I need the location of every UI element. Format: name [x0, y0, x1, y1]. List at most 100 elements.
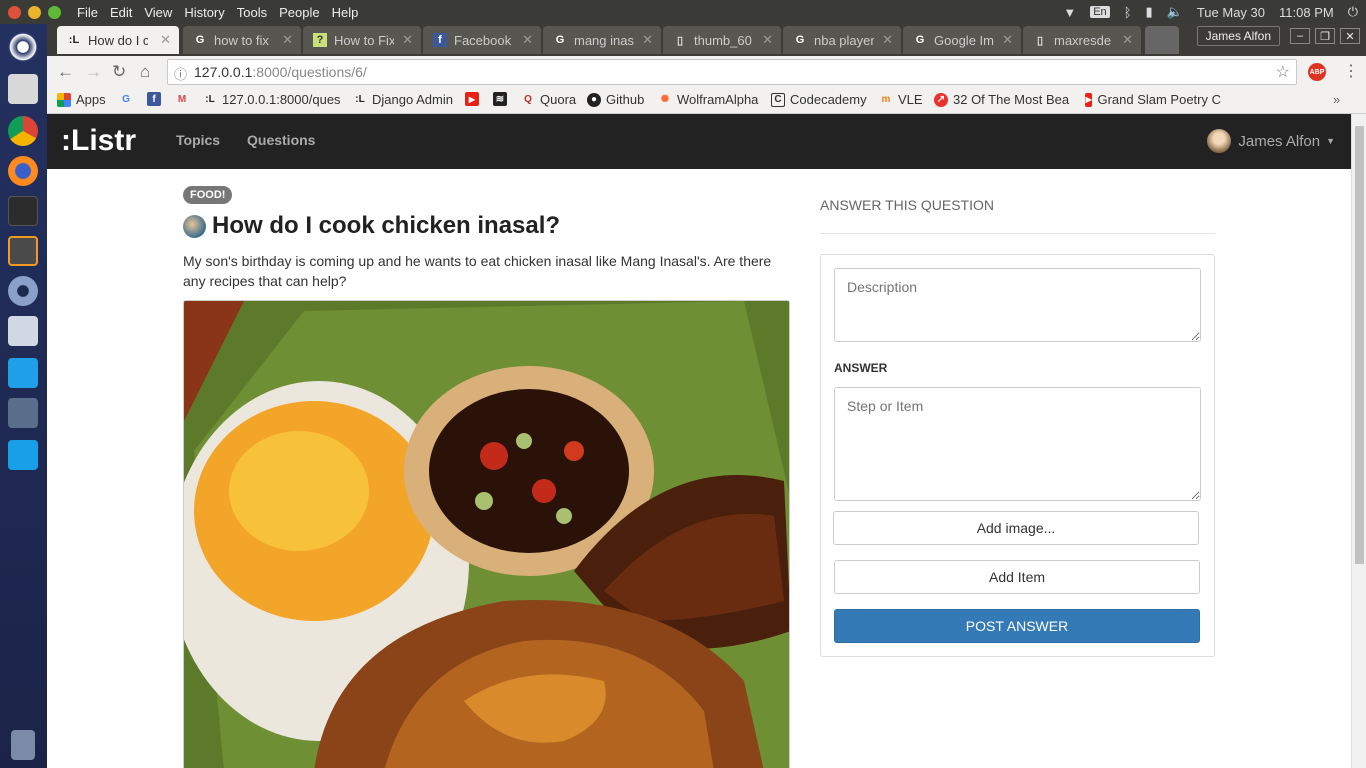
close-tab-icon[interactable]: ✕ [1122, 32, 1133, 48]
firefox-icon[interactable] [8, 156, 38, 186]
close-tab-icon[interactable]: ✕ [160, 32, 171, 48]
user-menu[interactable]: James Alfon ▼ [1207, 129, 1335, 153]
more-bookmarks-icon[interactable]: » [1333, 92, 1340, 107]
battery-icon[interactable]: ▮ [1146, 4, 1153, 20]
facebook-favicon-icon: f [433, 33, 447, 47]
bookmark-wolframalpha[interactable]: ✺ WolframAlpha [658, 92, 759, 107]
files-icon[interactable] [8, 74, 38, 104]
home-icon[interactable]: ⌂ [140, 62, 150, 82]
bookmark-google[interactable]: G [119, 92, 138, 106]
forward-icon[interactable]: → [85, 62, 102, 82]
keyboard-layout-indicator[interactable]: En [1090, 6, 1110, 18]
volume-icon[interactable]: 🔈 [1167, 4, 1183, 20]
google-favicon-icon: G [795, 34, 805, 46]
scrollbar-thumb[interactable] [1355, 126, 1364, 564]
tab-2[interactable]: ? How to Fix ✕ [303, 26, 421, 54]
workspace-icon[interactable] [8, 440, 38, 470]
nav-topics[interactable]: Topics [176, 132, 220, 148]
bookmark-star-icon[interactable]: ☆ [1276, 62, 1290, 82]
add-item-button[interactable]: Add Item [834, 560, 1200, 594]
menu-help[interactable]: Help [332, 5, 359, 20]
minimize-window-icon[interactable] [28, 5, 41, 19]
bookmark-localhost[interactable]: :L 127.0.0.1:8000/ques [203, 92, 340, 107]
close-tab-icon[interactable]: ✕ [282, 32, 293, 48]
question-image [183, 300, 790, 768]
chrome-icon[interactable] [8, 116, 38, 146]
menu-people[interactable]: People [279, 5, 319, 20]
close-icon[interactable]: ✕ [1340, 28, 1360, 44]
power-icon[interactable]: ⏻ [1348, 4, 1358, 20]
close-tab-icon[interactable]: ✕ [402, 32, 413, 48]
system-monitor-icon[interactable] [8, 316, 38, 346]
post-answer-button[interactable]: POST ANSWER [834, 609, 1200, 643]
new-tab-button[interactable] [1145, 26, 1179, 54]
clock-time[interactable]: 11:08 PM [1279, 5, 1334, 20]
terminal-icon[interactable] [8, 196, 38, 226]
nav-questions[interactable]: Questions [247, 132, 315, 148]
bookmark-apps[interactable]: Apps [57, 92, 106, 107]
menu-file[interactable]: File [77, 5, 98, 20]
minimize-icon[interactable]: – [1290, 28, 1310, 44]
question-favicon-icon: ? [313, 33, 327, 47]
tab-3[interactable]: f Facebook ✕ [423, 26, 541, 54]
menu-history[interactable]: History [184, 5, 224, 20]
bookmark-gmail[interactable]: M [175, 92, 194, 106]
tab-8[interactable]: ▯ maxresde ✕ [1023, 26, 1141, 54]
description-field[interactable] [834, 268, 1201, 342]
disks-icon[interactable] [8, 398, 38, 428]
tab-5[interactable]: ▯ thumb_60 ✕ [663, 26, 781, 54]
browser-toolbar: ← → ↻ ⌂ ⓘ 127.0.0.1:8000/questions/6/ ☆ … [47, 56, 1366, 88]
close-window-icon[interactable] [8, 5, 21, 19]
menu-tools[interactable]: Tools [237, 5, 267, 20]
tab-4[interactable]: G mang inas ✕ [543, 26, 661, 54]
bookmark-youtube[interactable]: ▶ [465, 92, 484, 106]
tab-7[interactable]: G Google Im ✕ [903, 26, 1021, 54]
tab-label: maxresde [1054, 32, 1112, 48]
bookmark-label: 32 Of The Most Bea [953, 92, 1070, 107]
bookmark-quora[interactable]: Q Quora [521, 92, 576, 107]
bookmark-codecademy[interactable]: C Codecademy [771, 92, 867, 107]
clock-date[interactable]: Tue May 30 [1197, 5, 1265, 20]
chrome-menu-icon[interactable]: ⋮ [1343, 61, 1359, 81]
sublime-text-icon[interactable] [8, 236, 38, 266]
page-scrollbar[interactable] [1351, 114, 1366, 768]
profile-button[interactable]: James Alfon [1196, 26, 1280, 46]
bookmark-poetry[interactable]: ▶ Grand Slam Poetry C [1085, 92, 1221, 107]
github-icon: ● [587, 92, 601, 107]
topic-badge[interactable]: FOOD! [183, 186, 233, 204]
tab-label: How do I c [88, 32, 148, 48]
bookmark-django-admin[interactable]: :L Django Admin [353, 92, 453, 107]
tab-0[interactable]: :L How do I c ✕ [57, 26, 179, 54]
menu-view[interactable]: View [144, 5, 172, 20]
bookmark-vle[interactable]: m VLE [879, 92, 923, 107]
info-icon[interactable]: ⓘ [174, 64, 187, 83]
maximize-window-icon[interactable] [48, 5, 61, 19]
adblock-icon[interactable]: ABP [1308, 63, 1326, 81]
bookmark-github[interactable]: ● Github [587, 92, 644, 107]
remote-desktop-icon[interactable] [8, 358, 38, 388]
bookmark-facebook[interactable]: f [147, 92, 166, 106]
address-bar[interactable]: ⓘ 127.0.0.1:8000/questions/6/ ☆ [167, 59, 1297, 85]
bluetooth-icon[interactable]: ᛒ [1124, 5, 1132, 20]
step-item-field[interactable] [834, 387, 1201, 501]
bookmark-pocket[interactable]: ≋ [493, 92, 512, 106]
page-favicon-icon: ▯ [676, 34, 684, 47]
site-brand-logo[interactable]: :Listr [61, 124, 136, 158]
close-tab-icon[interactable]: ✕ [762, 32, 773, 48]
add-image-button[interactable]: Add image... [833, 511, 1199, 545]
trash-icon[interactable] [11, 730, 35, 760]
close-tab-icon[interactable]: ✕ [1002, 32, 1013, 48]
tab-1[interactable]: G how to fix ✕ [183, 26, 301, 54]
back-icon[interactable]: ← [57, 62, 74, 82]
close-tab-icon[interactable]: ✕ [522, 32, 533, 48]
close-tab-icon[interactable]: ✕ [642, 32, 653, 48]
close-tab-icon[interactable]: ✕ [882, 32, 893, 48]
restore-icon[interactable]: ❐ [1315, 28, 1335, 44]
tab-6[interactable]: G nba player ✕ [783, 26, 901, 54]
ubuntu-dash-icon[interactable] [8, 32, 38, 62]
bookmark-article[interactable]: ↗ 32 Of The Most Bea [934, 92, 1074, 107]
settings-icon[interactable] [8, 276, 38, 306]
menu-edit[interactable]: Edit [110, 5, 132, 20]
wifi-icon[interactable]: ▼ [1063, 5, 1076, 20]
reload-icon[interactable]: ↻ [112, 62, 126, 82]
